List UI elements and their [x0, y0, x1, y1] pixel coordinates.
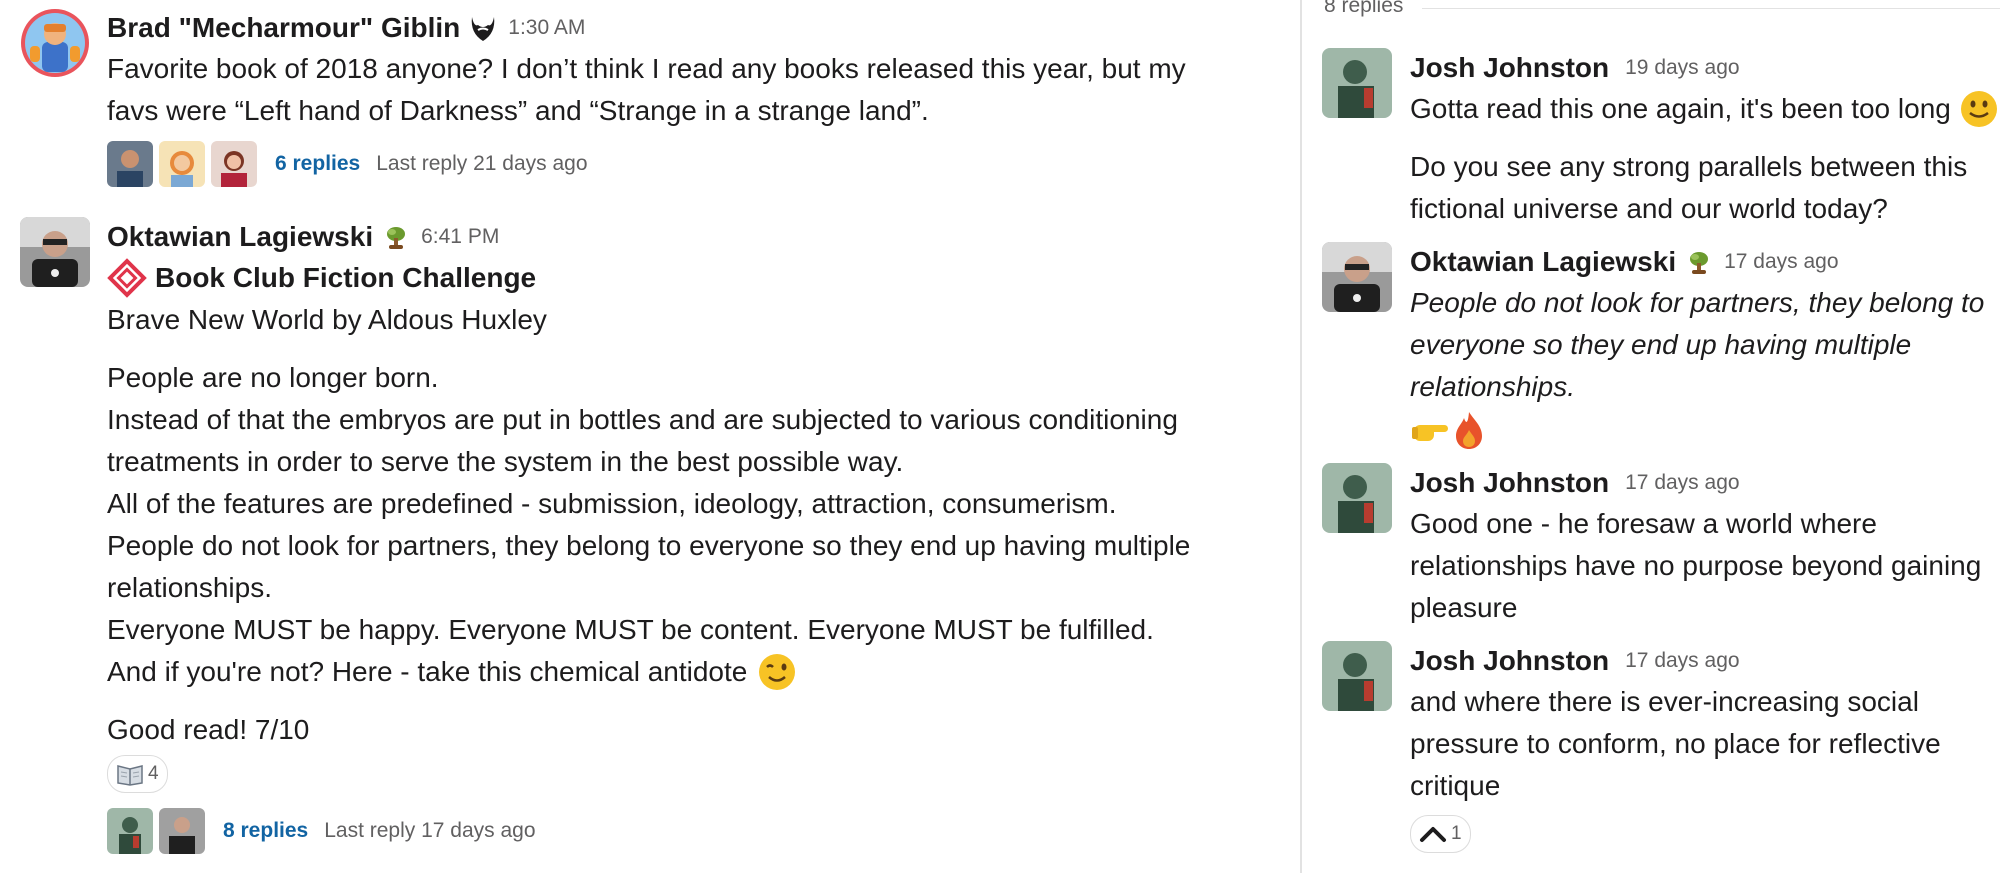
author-name[interactable]: Josh Johnston [1410, 467, 1609, 499]
replies-link[interactable]: 6 replies [275, 152, 360, 176]
message-line: critique [1410, 770, 1501, 801]
last-reply-text: Last reply 21 days ago [376, 152, 588, 175]
thread-summary[interactable]: 8 replies Last reply 17 days ago [107, 805, 1280, 857]
message-line: pressure to conform, no place for reflec… [1410, 728, 1941, 759]
message-line: Instead of that the embryos are put in b… [107, 404, 1178, 435]
reply-avatar [107, 141, 153, 187]
reaction-count: 1 [1451, 823, 1462, 844]
thread-summary[interactable]: 6 replies Last reply 21 days ago [107, 138, 1280, 190]
avatar-oktawian[interactable] [20, 217, 90, 287]
reply-avatar [159, 141, 205, 187]
author-name[interactable]: Oktawian Lagiewski [107, 221, 373, 253]
author-name[interactable]: Josh Johnston [1410, 52, 1609, 84]
message-line: Good one - he foresaw a world where [1410, 508, 1877, 539]
reply-avatar [159, 808, 205, 854]
message-line: All of the features are predefined - sub… [107, 488, 1117, 519]
message-line: Good read! 7/10 [107, 714, 310, 745]
author-name[interactable]: Brad "Mecharmour" Giblin [107, 12, 460, 44]
message-line: everyone so they end up having multiple [1410, 329, 1912, 360]
fire-emoji [1452, 410, 1486, 450]
message-line: relationships. [107, 572, 272, 603]
point-right-emoji [1410, 413, 1450, 447]
timestamp[interactable]: 17 days ago [1625, 649, 1739, 673]
message-line: relationships. [1410, 371, 1575, 402]
sapling-icon [1684, 247, 1714, 277]
message-line: treatments in order to serve the system … [107, 446, 904, 477]
message-line-text: Gotta read this one again, it's been too… [1410, 93, 1951, 124]
post-subtitle: Brave New World by Aldous Huxley [107, 304, 547, 335]
message-line: and where there is ever-increasing socia… [1410, 686, 1919, 717]
message-line: Do you see any strong parallels between … [1410, 151, 1968, 182]
avatar-brad[interactable] [20, 8, 90, 78]
timestamp[interactable]: 19 days ago [1625, 56, 1739, 80]
timestamp[interactable]: 17 days ago [1724, 250, 1838, 274]
avatar-josh[interactable] [1322, 463, 1392, 533]
avatar-josh[interactable] [1322, 641, 1392, 711]
thread-panel: 8 replies Josh Johnston 19 days ago Gott… [1300, 0, 2000, 873]
author-name[interactable]: Josh Johnston [1410, 645, 1609, 677]
thread-reply-count: 8 replies [1324, 0, 1414, 18]
post-title: Book Club Fiction Challenge [107, 257, 1280, 299]
emoji-line [1410, 408, 2000, 452]
message-line: People are no longer born. [107, 362, 439, 393]
message-line: favs were “Left hand of Darkness” and “S… [107, 95, 929, 126]
reaction-caret[interactable]: 1 [1410, 815, 1471, 853]
divider [1422, 8, 2000, 9]
message-line: People do not look for partners, they be… [1410, 287, 1985, 318]
message-line: People do not look for partners, they be… [107, 530, 1191, 561]
sapling-icon [381, 222, 411, 252]
wink-emoji [757, 652, 797, 692]
author-name[interactable]: Oktawian Lagiewski [1410, 246, 1676, 278]
message-line: Gotta read this one again, it's been too… [1410, 88, 2000, 130]
replies-link[interactable]: 8 replies [223, 819, 308, 843]
beard-icon [468, 13, 498, 43]
reactions: 4 [107, 755, 1280, 793]
message-line: pleasure [1410, 592, 1518, 623]
message-line: relationships have no purpose beyond gai… [1410, 550, 1982, 581]
reaction-count: 4 [148, 763, 159, 784]
message-line: And if you're not? Here - take this chem… [107, 651, 1280, 693]
last-reply-text: Last reply 17 days ago [324, 819, 536, 842]
message-line-text: And if you're not? Here - take this chem… [107, 656, 748, 687]
book-emoji [116, 762, 144, 786]
timestamp[interactable]: 1:30 AM [508, 16, 585, 40]
channel-messages: Brad "Mecharmour" Giblin 1:30 AM Favorit… [0, 0, 1300, 873]
timestamp[interactable]: 17 days ago [1625, 471, 1739, 495]
caret-up-icon [1419, 822, 1447, 846]
timestamp[interactable]: 6:41 PM [421, 225, 499, 249]
message-line: Everyone MUST be happy. Everyone MUST be… [107, 614, 1154, 645]
avatar-oktawian[interactable] [1322, 242, 1392, 312]
smile-emoji [1959, 89, 1999, 129]
reply-avatar [211, 141, 257, 187]
reply-avatar [107, 808, 153, 854]
diamond-logo-icon [107, 258, 147, 298]
message-line: Favorite book of 2018 anyone? I don’t th… [107, 53, 1186, 84]
reactions: 1 [1410, 815, 2000, 853]
reaction-book[interactable]: 4 [107, 755, 168, 793]
avatar-josh[interactable] [1322, 48, 1392, 118]
message-line: fictional universe and our world today? [1410, 193, 1888, 224]
post-title-text: Book Club Fiction Challenge [155, 262, 537, 293]
